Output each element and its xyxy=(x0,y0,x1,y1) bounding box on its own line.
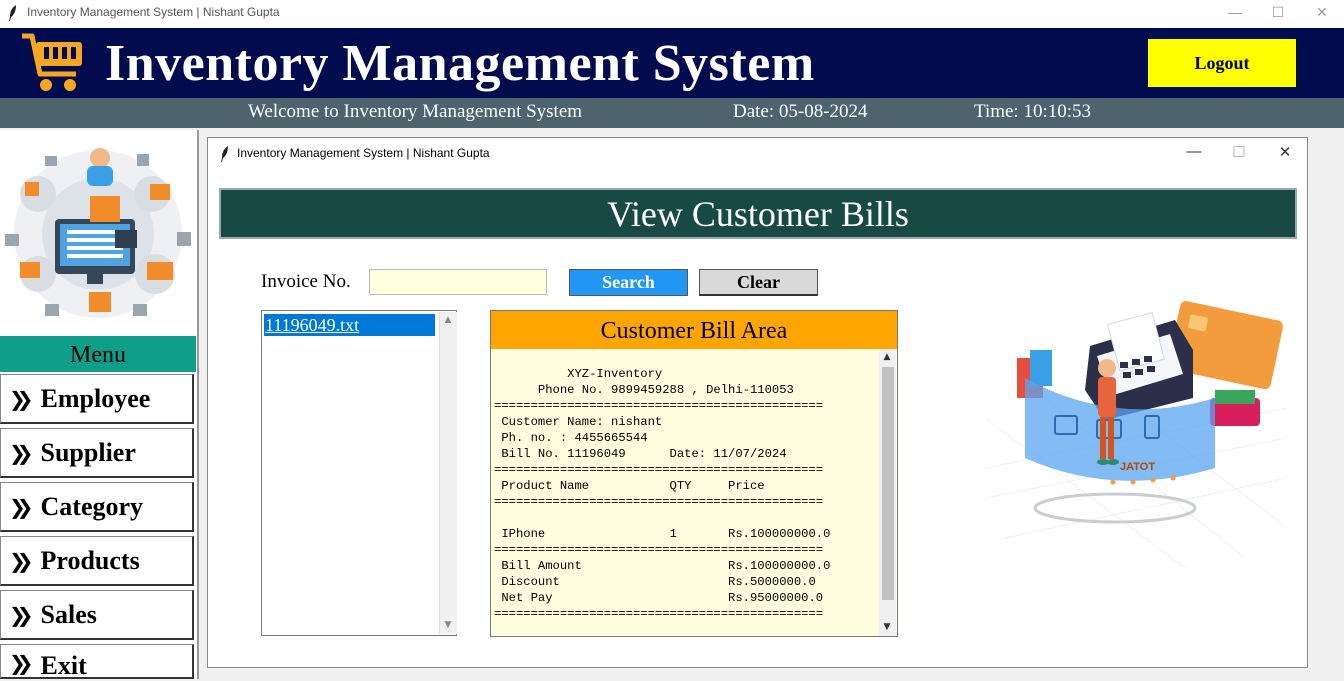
scroll-down-icon[interactable]: ▼ xyxy=(440,620,456,630)
category-label: Category xyxy=(40,491,144,521)
products-label: Products xyxy=(40,545,140,575)
minimize-button[interactable]: — xyxy=(1220,4,1250,20)
bill-text-area[interactable]: XYZ-Inventory Phone No. 9899459288 , Del… xyxy=(491,349,879,636)
double-chevron-right-icon: ❯❯ xyxy=(9,494,33,519)
inventory-illustration xyxy=(5,148,191,318)
page-title: View Customer Bills xyxy=(219,188,1297,239)
double-chevron-right-icon: ❯❯ xyxy=(9,386,33,411)
invoice-label: Invoice No. xyxy=(261,271,351,292)
employee-button[interactable]: ❯❯ Employee xyxy=(0,374,194,424)
double-chevron-right-icon: ❯❯ xyxy=(9,651,33,675)
illustration-text: JATOT xyxy=(1120,461,1155,473)
os-window-title: Inventory Management System | Nishant Gu… xyxy=(27,5,280,19)
invoice-input[interactable] xyxy=(369,269,547,295)
bill-scrollbar[interactable]: ▲ ▼ xyxy=(879,349,896,636)
double-chevron-right-icon: ❯❯ xyxy=(9,602,33,627)
menu-title: Menu xyxy=(0,336,196,372)
info-bar: Welcome to Inventory Management System D… xyxy=(0,98,1344,128)
bill-file-list[interactable]: 11196049.txt ▲ ▼ xyxy=(261,310,457,636)
sales-window-title: Inventory Management System | Nishant Gu… xyxy=(237,146,490,160)
feather-icon xyxy=(9,5,16,21)
time-text: Time: 10:10:53 xyxy=(974,101,1092,122)
close-button[interactable]: ✕ xyxy=(1307,4,1337,21)
window-close-button[interactable]: ✕ xyxy=(1270,143,1300,161)
bill-text: XYZ-Inventory Phone No. 9899459288 , Del… xyxy=(494,367,831,621)
sales-window: Inventory Management System | Nishant Gu… xyxy=(207,137,1308,668)
search-button[interactable]: Search xyxy=(569,269,688,296)
window-minimize-button[interactable]: — xyxy=(1179,143,1209,160)
maximize-button[interactable]: ☐ xyxy=(1263,4,1293,21)
welcome-text: Welcome to Inventory Management System xyxy=(248,101,583,122)
sales-label: Sales xyxy=(40,599,97,629)
app-header: Inventory Management System Logout xyxy=(0,28,1344,98)
products-button[interactable]: ❯❯ Products xyxy=(0,536,194,586)
scroll-up-icon[interactable]: ▲ xyxy=(879,352,895,362)
exit-button[interactable]: ❯❯ Exit xyxy=(0,644,194,680)
bill-area: Customer Bill Area XYZ-Inventory Phone N… xyxy=(490,310,898,637)
clear-button[interactable]: Clear xyxy=(699,269,818,296)
sales-button[interactable]: ❯❯ Sales xyxy=(0,590,194,640)
os-title-bar: Inventory Management System | Nishant Gu… xyxy=(0,0,1344,28)
bill-area-title: Customer Bill Area xyxy=(491,311,897,349)
scroll-up-icon[interactable]: ▲ xyxy=(440,315,456,325)
window-maximize-button[interactable]: ☐ xyxy=(1224,143,1254,161)
payment-illustration: JATOT xyxy=(985,301,1287,568)
supplier-button[interactable]: ❯❯ Supplier xyxy=(0,428,194,478)
scroll-down-icon[interactable]: ▼ xyxy=(879,622,895,632)
scroll-thumb[interactable] xyxy=(882,367,894,600)
list-item[interactable]: 11196049.txt xyxy=(264,314,435,336)
logout-button[interactable]: Logout xyxy=(1148,39,1296,87)
double-chevron-right-icon: ❯❯ xyxy=(9,440,33,465)
category-button[interactable]: ❯❯ Category xyxy=(0,482,194,532)
feather-icon xyxy=(221,146,228,162)
supplier-label: Supplier xyxy=(40,437,136,467)
shopping-cart-icon xyxy=(22,33,82,91)
date-text: Date: 05-08-2024 xyxy=(733,101,868,122)
exit-label: Exit xyxy=(40,651,87,680)
double-chevron-right-icon: ❯❯ xyxy=(9,548,33,573)
employee-label: Employee xyxy=(40,383,151,413)
list-scrollbar[interactable]: ▲ ▼ xyxy=(439,312,457,634)
app-title: Inventory Management System xyxy=(105,35,815,92)
